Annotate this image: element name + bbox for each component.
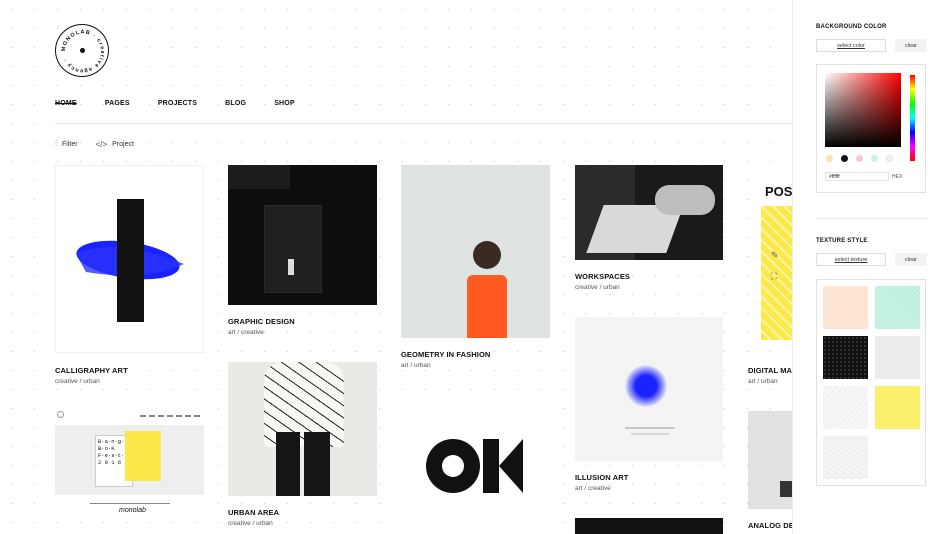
expand-icon[interactable]: ⛶ [771,271,779,282]
preview-tools: ✎ ⛶ [771,250,779,282]
urban-area-thumb[interactable] [228,362,377,496]
nav-home[interactable]: HOME [55,100,77,107]
color-picker: #ffffff HEX [816,64,926,193]
poster-text: POS [761,180,792,206]
texture-yellow[interactable] [875,386,920,429]
filter-label: Filter [62,140,78,148]
project-button[interactable]: </> Project [96,139,134,149]
hue-slider[interactable] [910,75,915,161]
filter-button[interactable]: ⫶ Filter [55,139,78,149]
texture-white-lines[interactable] [823,386,868,429]
filter-bar: ⫶ Filter </> Project [55,139,134,149]
nav-blog[interactable]: BLOG [225,100,246,107]
illusion-art-thumb[interactable] [575,317,723,461]
workspaces-thumb[interactable] [575,165,723,260]
hex-label: HEX [892,174,903,180]
project-label: Project [112,140,134,148]
analog-devices-thumb[interactable] [748,411,792,509]
background-color-title: BACKGROUND COLOR [816,24,887,30]
festival-poster-thumb[interactable]: B·a·n·g·k·k B·o·K F·e·s·t·i·v·a·l 2 0 1 … [55,407,204,519]
swatch-black[interactable] [841,155,848,162]
geometry-fashion-thumb[interactable] [401,165,550,338]
card-title[interactable]: ILLUSION ART [575,473,628,482]
nav-shop[interactable]: SHOP [274,100,295,107]
calligraphy-thumb[interactable] [55,165,204,353]
texture-style-title: TEXTURE STYLE [816,238,868,244]
card-title[interactable]: CALLIGRAPHY ART [55,366,128,375]
hex-input[interactable]: #ffffff [825,172,889,181]
nav-projects[interactable]: PROJECTS [158,100,197,107]
card-category[interactable]: art / creative [575,485,611,492]
pencil-icon[interactable]: ✎ [771,250,779,261]
texture-mint[interactable] [875,286,920,329]
logo[interactable]: MONOLAB · creative agency · [55,24,109,77]
swatch-mint[interactable] [871,155,878,162]
texture-grey[interactable] [875,336,920,379]
card-category[interactable]: creative / urban [228,520,273,527]
clear-color-button[interactable]: clear [895,39,927,52]
texture-grid [816,279,926,486]
code-icon: </> [95,139,108,149]
signature-text: monolab [119,507,146,514]
swatch-yellow[interactable] [826,155,833,162]
card-category[interactable]: art / urban [748,378,778,385]
ok-logo [426,439,523,493]
clear-texture-button[interactable]: clear [895,253,927,266]
panel-divider [816,218,928,219]
card-title[interactable]: WORKSPACES [575,272,630,281]
nav-pages[interactable]: PAGES [105,100,130,107]
next-project-thumb[interactable] [575,518,723,534]
page: MONOLAB · creative agency · HOME PAGES P… [0,0,950,534]
card-title[interactable]: URBAN AREA [228,508,279,517]
main-nav: HOME PAGES PROJECTS BLOG SHOP [55,100,323,107]
swatch-pink[interactable] [856,155,863,162]
graphic-design-thumb[interactable] [228,165,377,305]
texture-black-dots[interactable] [823,336,868,379]
texture-light[interactable] [823,436,868,479]
texture-peach[interactable] [823,286,868,329]
card-title[interactable]: GEOMETRY IN FASHION [401,350,490,359]
card-category[interactable]: creative / urban [575,284,620,291]
card-category[interactable]: creative / urban [55,378,100,385]
card-category[interactable]: art / creative [228,329,264,336]
header-divider [55,123,792,124]
select-texture-button[interactable]: select texture [816,253,886,266]
saturation-value-area[interactable] [825,73,901,147]
logo-dot [80,48,85,53]
sliders-icon: ⫶ [55,139,57,148]
swatch-white[interactable] [886,155,893,162]
ok-thumb[interactable] [401,405,550,530]
card-title[interactable]: GRAPHIC DESIGN [228,317,295,326]
style-panel: BACKGROUND COLOR select color clear #fff… [792,0,950,534]
select-color-button[interactable]: select color [816,39,886,52]
card-category[interactable]: art / urban [401,362,431,369]
